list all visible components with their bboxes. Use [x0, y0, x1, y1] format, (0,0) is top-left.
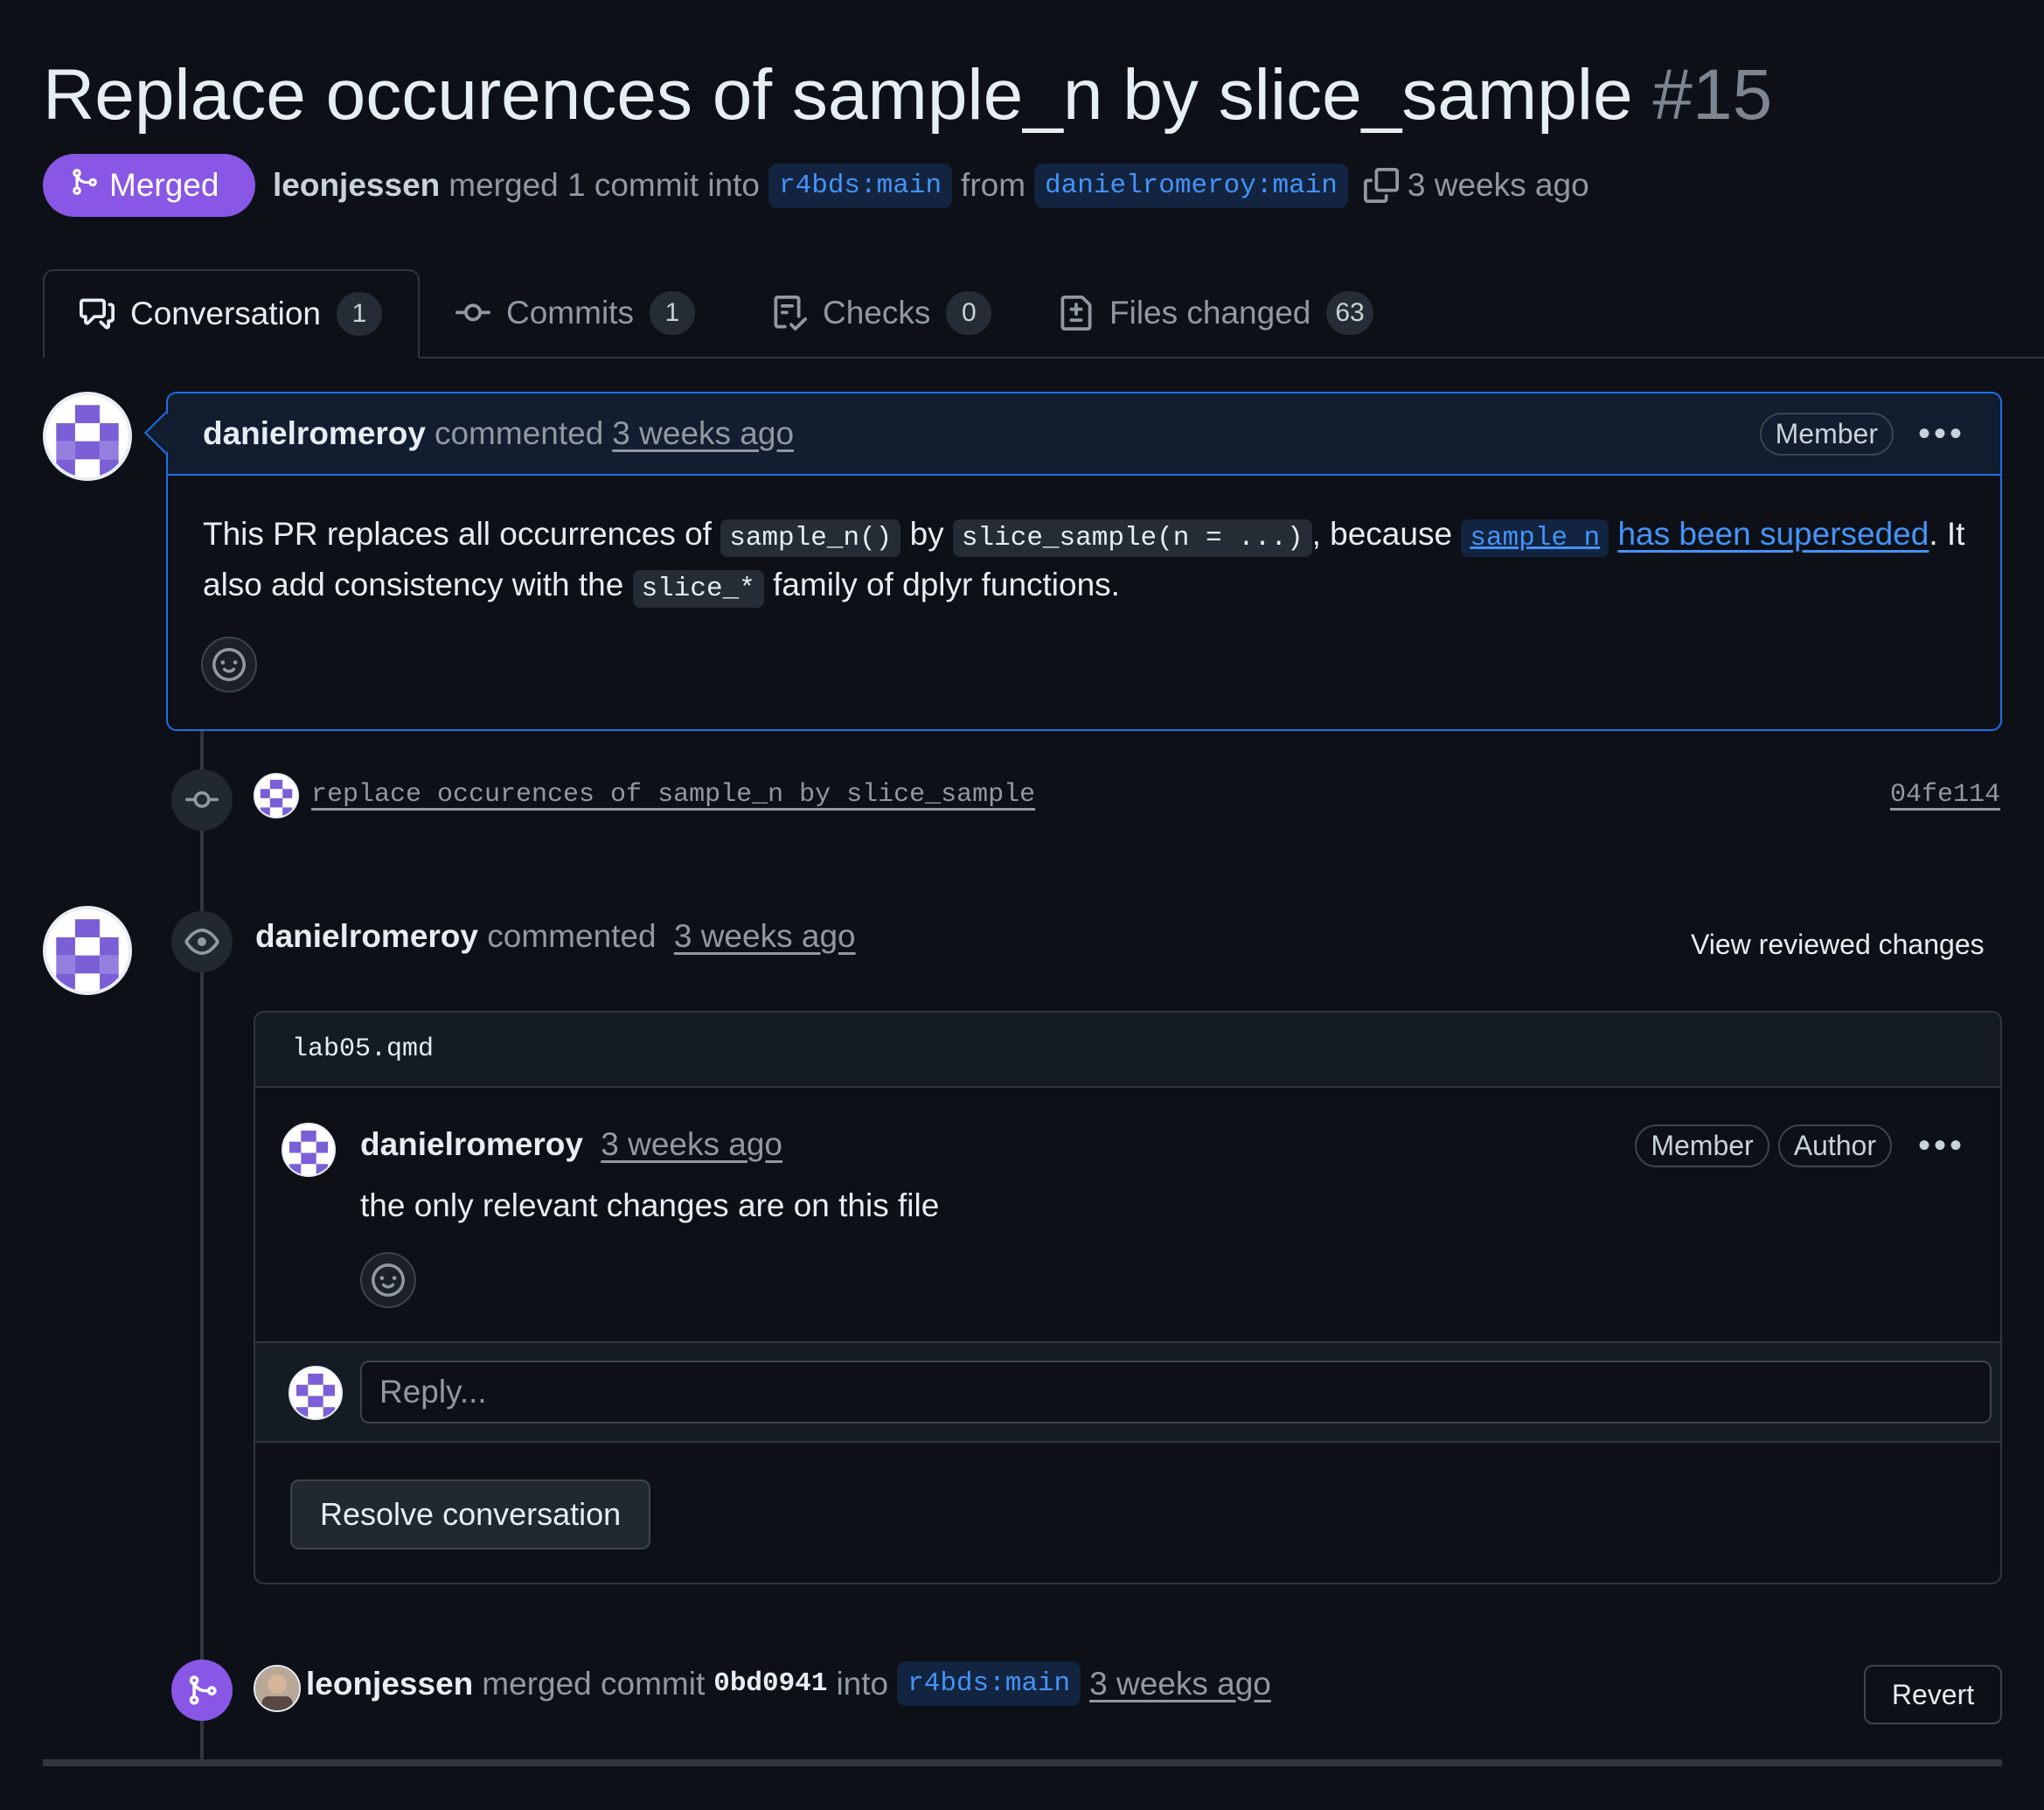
add-reaction-button[interactable] — [360, 1252, 416, 1308]
tab-commits-count: 1 — [649, 291, 695, 335]
reviewer-avatar[interactable] — [43, 906, 132, 995]
inner-comment-body: the only relevant changes are on this fi… — [360, 1187, 940, 1223]
timeline-divider — [43, 1759, 2002, 1766]
merge-author[interactable]: leonjessen — [306, 1666, 473, 1702]
git-merge-icon — [69, 165, 99, 206]
review-time[interactable]: 3 weeks ago — [674, 918, 856, 954]
from-text: from — [961, 167, 1026, 203]
comment-action: commented — [434, 415, 604, 451]
body-text: family of dplyr functions. — [773, 567, 1120, 602]
review-action: commented — [487, 918, 657, 954]
tab-checks-label: Checks — [823, 295, 931, 331]
base-branch[interactable]: r4bds:main — [768, 163, 953, 208]
comment-author[interactable]: danielromeroy — [203, 415, 426, 452]
tab-commits-label: Commits — [506, 295, 634, 331]
git-commit-icon — [185, 783, 219, 817]
merger-username[interactable]: leonjessen — [273, 167, 440, 204]
superseded-link[interactable]: has been superseded — [1617, 516, 1929, 552]
body-text: , because — [1311, 516, 1453, 552]
commit-event-icon — [171, 769, 233, 831]
inner-comment-author[interactable]: danielromeroy — [360, 1126, 583, 1162]
merger-avatar[interactable] — [254, 1665, 301, 1712]
avatar[interactable] — [43, 392, 132, 481]
comment-time[interactable]: 3 weeks ago — [612, 415, 794, 452]
tab-checks[interactable]: Checks 0 — [772, 269, 992, 357]
head-branch[interactable]: danielromeroy:main — [1034, 163, 1348, 208]
merge-text-1: merged commit — [482, 1665, 706, 1702]
inner-comment-header: danielromeroy 3 weeks ago — [360, 1126, 782, 1163]
merge-event-icon — [171, 1660, 233, 1721]
comment-header: danielromeroy commented 3 weeks ago Memb… — [168, 393, 2000, 476]
kebab-menu-icon[interactable]: ••• — [1918, 414, 1965, 454]
file-diff-icon — [1059, 296, 1094, 331]
review-header: danielromeroy commented 3 weeks ago — [255, 918, 856, 955]
git-merge-icon — [185, 1674, 219, 1707]
add-reaction-button[interactable] — [201, 637, 257, 693]
merged-state-badge: Merged — [43, 154, 255, 217]
commit-message-link[interactable]: replace occurences of sample_n by slice_… — [311, 780, 1035, 810]
inner-comment-badges: Member Author ••• — [1635, 1124, 1965, 1167]
member-badge: Member — [1759, 412, 1894, 456]
commit-author-avatar[interactable] — [254, 773, 299, 818]
tab-files-changed-count: 63 — [1326, 291, 1373, 335]
pr-description-comment: danielromeroy commented 3 weeks ago Memb… — [143, 392, 2002, 731]
merge-base-branch[interactable]: r4bds:main — [897, 1661, 1081, 1706]
pr-tabs: Conversation 1 Commits 1 Checks 0 Files … — [43, 269, 2044, 359]
reply-input[interactable] — [360, 1361, 1992, 1424]
reply-avatar — [289, 1366, 343, 1420]
merge-event-text: leonjessen merged commit 0bd0941 into r4… — [306, 1661, 1271, 1706]
kebab-menu-icon[interactable]: ••• — [1918, 1126, 1965, 1166]
tab-files-changed-label: Files changed — [1109, 295, 1311, 331]
merged-text: merged 1 commit into — [448, 167, 761, 203]
inline-code-link[interactable]: sample_n — [1461, 519, 1609, 557]
pr-time: 3 weeks ago — [1407, 167, 1589, 203]
merge-time[interactable]: 3 weeks ago — [1089, 1666, 1271, 1702]
smiley-icon — [212, 648, 246, 681]
review-event-icon — [171, 911, 233, 972]
tab-files-changed[interactable]: Files changed 63 — [1059, 269, 1373, 357]
git-commit-icon — [455, 296, 490, 331]
inner-comment-time[interactable]: 3 weeks ago — [601, 1126, 782, 1162]
tab-commits[interactable]: Commits 1 — [455, 269, 695, 357]
smiley-icon — [372, 1264, 405, 1297]
timeline-line — [200, 731, 204, 1763]
pr-state-description: leonjessen merged 1 commit into r4bds:ma… — [273, 154, 1589, 217]
checklist-icon — [772, 296, 807, 331]
merge-commit-sha[interactable]: 0bd0941 — [713, 1668, 827, 1699]
inner-comment-avatar[interactable] — [282, 1123, 336, 1177]
revert-button[interactable]: Revert — [1864, 1665, 2002, 1724]
pr-title: Replace occurences of sample_n by slice_… — [43, 47, 1772, 143]
comment-body: This PR replaces all occurrences of samp… — [168, 476, 2000, 612]
tab-checks-count: 0 — [946, 291, 992, 335]
inline-code: sample_n() — [720, 519, 901, 557]
body-text: This PR replaces all occurrences of — [203, 516, 712, 552]
commit-sha-link[interactable]: 04fe114 — [1890, 780, 2000, 810]
eye-icon — [184, 924, 219, 959]
review-file-name[interactable]: lab05.qmd — [255, 1013, 2000, 1088]
review-thread: lab05.qmd danielromeroy 3 weeks ago Memb… — [254, 1011, 2002, 1584]
view-reviewed-changes-link[interactable]: View reviewed changes — [1691, 929, 1985, 961]
tab-conversation[interactable]: Conversation 1 — [43, 269, 420, 359]
review-author[interactable]: danielromeroy — [255, 918, 478, 954]
inline-code: slice_* — [632, 570, 764, 608]
reply-row — [255, 1341, 2000, 1443]
pr-title-text: Replace occurences of sample_n by slice_… — [43, 55, 1633, 135]
comment-discussion-icon — [80, 296, 115, 331]
merge-text-2: into — [836, 1665, 889, 1702]
merged-label: Merged — [109, 167, 219, 203]
tab-conversation-label: Conversation — [130, 296, 322, 331]
inline-code: slice_sample(n = ...) — [952, 519, 1312, 557]
author-badge: Author — [1777, 1124, 1892, 1167]
tab-conversation-count: 1 — [337, 292, 383, 336]
copy-icon[interactable] — [1363, 168, 1399, 203]
member-badge: Member — [1635, 1124, 1769, 1167]
body-text: by — [909, 516, 944, 552]
pr-number: #15 — [1652, 55, 1773, 135]
resolve-conversation-button[interactable]: Resolve conversation — [290, 1479, 651, 1549]
